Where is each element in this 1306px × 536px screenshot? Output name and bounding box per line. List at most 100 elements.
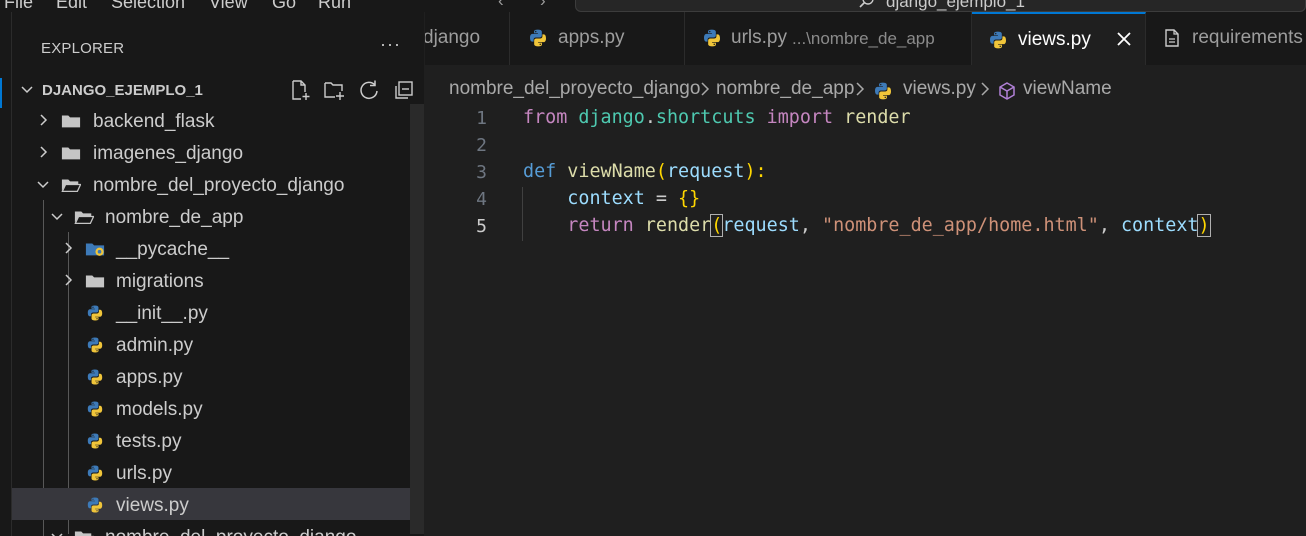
collapse-all-icon[interactable] <box>393 79 415 101</box>
code-line-5: return render(request, "nombre_de_app/ho… <box>523 214 1211 237</box>
python-file-icon <box>85 336 105 354</box>
python-file-icon <box>85 368 105 386</box>
tree-item-nombre-de-app[interactable]: nombre_de_app <box>12 200 410 232</box>
tab-views-py[interactable]: views.py <box>972 12 1146 65</box>
tree-item-label: migrations <box>116 271 204 292</box>
tree-item-label: admin.py <box>116 335 194 356</box>
more-actions-icon[interactable]: ··· <box>380 34 401 55</box>
menu-run[interactable]: Run <box>318 0 351 12</box>
tab-urls-py[interactable]: urls.py ...\nombre_de_app <box>685 12 972 65</box>
tree-item-init-py[interactable]: __init__.py <box>12 296 410 328</box>
tree-item-nombre-del-proyecto-django[interactable]: nombre_del_proyecto_django <box>12 168 410 200</box>
tab-requirements[interactable]: requirements <box>1146 12 1306 65</box>
python-file-icon <box>873 81 893 101</box>
token-variable: context <box>567 188 645 209</box>
new-file-icon[interactable] <box>289 79 311 101</box>
nav-back-icon[interactable]: ‹ <box>498 0 504 11</box>
token-operator: = <box>644 188 679 209</box>
chevron-right-icon <box>36 113 50 127</box>
close-icon[interactable] <box>1115 30 1133 48</box>
token-bracket: ): <box>744 161 767 182</box>
tab-django[interactable]: django <box>425 12 510 65</box>
menu-edit[interactable]: Edit <box>56 0 87 12</box>
tree-item-label: nombre_del_proyecto_django <box>93 175 345 196</box>
tab-description: ...\nombre_de_app <box>792 29 935 48</box>
folder-open-icon <box>61 176 81 194</box>
command-center[interactable]: django_ejemplo_1 <box>575 0 1306 12</box>
editor-tabs: django apps.py urls.py ...\nombre_de_app… <box>425 12 1306 65</box>
menu-selection[interactable]: Selection <box>111 0 185 12</box>
tab-label: views.py <box>1018 29 1091 50</box>
code-line-1: from django.shortcuts import render <box>523 107 911 128</box>
tree-item-nombre-del-proyecto-django-inner[interactable]: nombre_del_proyecto_django <box>12 520 410 536</box>
tree-item-label: imagenes_django <box>93 143 244 164</box>
token-function: render <box>844 107 911 128</box>
symbol-method-icon <box>999 82 1015 100</box>
python-file-icon <box>85 304 105 322</box>
tree-item-imagenes-django[interactable]: imagenes_django <box>12 136 410 168</box>
token-keyword: return <box>567 215 634 236</box>
tree-item-label: nombre_del_proyecto_django <box>105 527 356 536</box>
tree-item-label: __pycache__ <box>116 239 230 260</box>
folder-open-icon <box>74 208 94 226</box>
tree-item-apps-py[interactable]: apps.py <box>12 360 410 392</box>
chevron-right-icon <box>61 273 75 287</box>
tree-item-backend-flask[interactable]: backend_flask <box>12 104 410 136</box>
activity-bar <box>0 12 12 536</box>
python-file-icon <box>85 400 105 418</box>
token-function: viewName <box>567 161 656 182</box>
tree-item-views-py[interactable]: views.py <box>12 488 410 520</box>
python-file-icon <box>988 30 1008 50</box>
tree-item-pycache[interactable]: __pycache__ <box>12 232 410 264</box>
tab-apps-py[interactable]: apps.py <box>510 12 685 65</box>
nav-forward-icon[interactable]: › <box>540 0 546 11</box>
refresh-icon[interactable] <box>358 79 380 101</box>
token-string: "nombre_de_app/home.html" <box>822 215 1099 236</box>
tree-item-models-py[interactable]: models.py <box>12 392 410 424</box>
breadcrumb: nombre_del_proyecto_django nombre_de_app… <box>425 65 1306 103</box>
token-bracket: ( <box>655 161 667 182</box>
python-file-icon <box>85 496 105 514</box>
sidebar-scrollbar[interactable] <box>410 104 424 534</box>
tree-item-admin-py[interactable]: admin.py <box>12 328 410 360</box>
tab-label: requirements <box>1192 27 1303 48</box>
token-keyword: def <box>523 161 557 182</box>
line-number-active: 5 <box>476 216 487 237</box>
menu-file[interactable]: File <box>4 0 33 12</box>
token-bracket: ) <box>1197 214 1211 237</box>
tree-item-urls-py[interactable]: urls.py <box>12 456 410 488</box>
workspace-header[interactable]: DJANGO_EJEMPLO_1 <box>12 76 424 104</box>
menu-go[interactable]: Go <box>272 0 296 12</box>
line-number: 4 <box>476 189 487 210</box>
tree-item-label: views.py <box>116 495 189 516</box>
python-file-icon <box>702 28 722 48</box>
code-editor[interactable]: 1 2 3 4 5 from django.shortcuts import r… <box>425 103 1306 536</box>
menu-view[interactable]: View <box>209 0 248 12</box>
python-file-icon <box>528 28 548 48</box>
breadcrumb-item[interactable]: nombre_del_proyecto_django <box>449 78 700 100</box>
folder-open-icon <box>74 528 94 536</box>
new-folder-icon[interactable] <box>323 79 345 101</box>
command-center-label: django_ejemplo_1 <box>886 0 1025 11</box>
breadcrumb-item[interactable]: views.py <box>903 78 976 100</box>
tab-label: urls.py <box>731 27 787 48</box>
token-bracket: {} <box>678 188 701 209</box>
chevron-right-icon <box>61 241 75 255</box>
token-keyword: from <box>523 107 568 128</box>
chevron-down-icon <box>50 529 64 536</box>
breadcrumb-item[interactable]: nombre_de_app <box>716 78 854 100</box>
python-folder-icon <box>85 243 105 256</box>
tree-item-tests-py[interactable]: tests.py <box>12 424 410 456</box>
token-module: django <box>578 107 645 128</box>
line-number: 2 <box>476 135 487 156</box>
explorer-title: EXPLORER <box>41 40 125 57</box>
line-number: 1 <box>476 108 487 129</box>
tab-label: apps.py <box>558 27 625 48</box>
token-variable: context <box>1120 215 1199 236</box>
python-file-icon <box>85 432 105 450</box>
token-variable: request <box>722 215 800 236</box>
breadcrumb-item[interactable]: viewName <box>1023 78 1112 100</box>
token-punct: , <box>799 215 822 236</box>
tree-item-migrations[interactable]: migrations <box>12 264 410 296</box>
token-module: shortcuts <box>655 107 756 128</box>
